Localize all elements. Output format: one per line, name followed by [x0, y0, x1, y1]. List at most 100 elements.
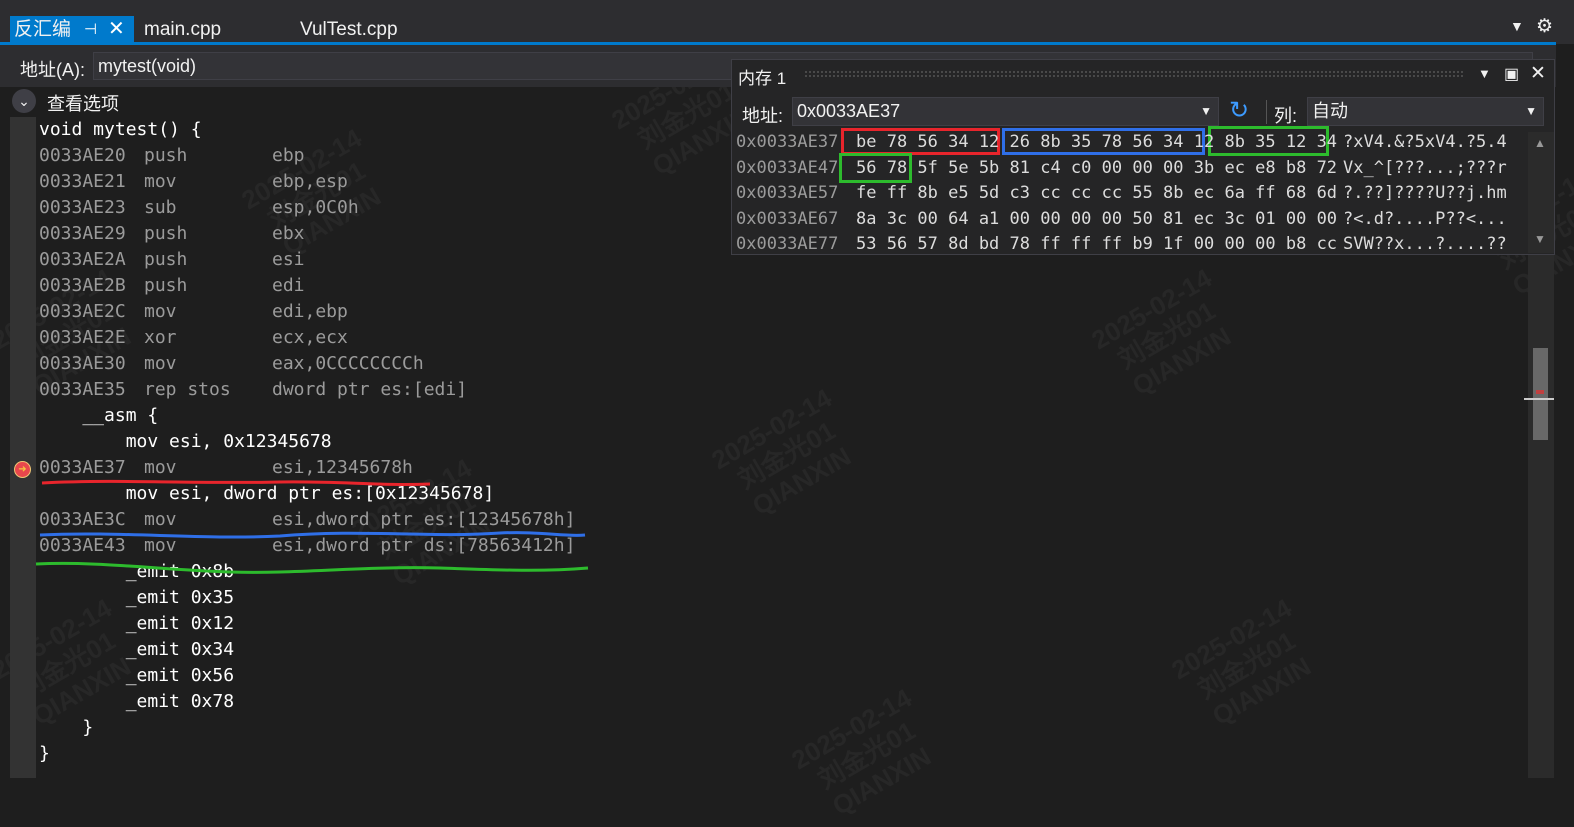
disassembly-line: 0033AE2A push esi: [39, 247, 599, 273]
close-icon[interactable]: ✕: [108, 16, 125, 43]
watermark-org: QIANXIN: [736, 435, 866, 527]
disassembly-line: 0033AE2E xor ecx,ecx: [39, 325, 599, 351]
memory-row-ascii: ?xV4.&?5xV4.?5.4: [1343, 132, 1507, 152]
instruction-mnemonic: mov: [144, 457, 177, 478]
instruction-address: 0033AE30: [39, 353, 126, 374]
scroll-breakpoint-marker: [1536, 390, 1544, 394]
memory-row[interactable]: 0x0033AE77 53 56 57 8d bd 78 ff ff ff b9 …: [736, 231, 1526, 257]
memory-address-value: 0x0033AE37: [797, 101, 901, 121]
watermark-org: QIANXIN: [816, 735, 946, 827]
instruction-operands: ecx,ecx: [272, 327, 348, 348]
source-line: _emit 0x78: [39, 691, 235, 712]
refresh-icon[interactable]: ↻: [1229, 96, 1249, 125]
chevron-down-icon[interactable]: ▼: [1525, 98, 1537, 125]
watermark-date: 2025-02-14: [706, 383, 836, 475]
disassembly-line: 0033AE20 push ebp: [39, 143, 599, 169]
breakpoint-icon[interactable]: ➜: [14, 461, 31, 478]
instruction-operands: esp,0C0h: [272, 197, 359, 218]
instruction-mnemonic: push: [144, 145, 188, 166]
instruction-operands: ebx: [272, 223, 305, 244]
close-icon[interactable]: ✕: [1530, 62, 1546, 85]
instruction-operands: esi: [272, 249, 305, 270]
memory-row-ascii: Vx_^[???...;???r: [1343, 157, 1507, 178]
source-line: _emit 0x12: [39, 613, 235, 634]
watermark-name: 刘金光01: [1101, 289, 1231, 381]
disassembly-line: 0033AE2B push edi: [39, 273, 599, 299]
columns-label: 列:: [1274, 106, 1298, 126]
chevron-down-icon: ⌄: [18, 93, 30, 109]
source-line: mov esi, dword ptr es:[0x12345678]: [39, 483, 495, 504]
scroll-position-marker: [1524, 398, 1554, 400]
instruction-address: 0033AE43: [39, 535, 126, 556]
disassembly-line: 0033AE3C mov esi,dword ptr es:[12345678h]: [39, 507, 599, 533]
memory-row[interactable]: 0x0033AE67 8a 3c 00 64 a1 00 00 00 00 50 …: [736, 206, 1526, 232]
source-line: _emit 0x35: [39, 587, 235, 608]
disassembly-line: 0033AE37 mov esi,12345678h: [39, 455, 599, 481]
editor-scroll-thumb[interactable]: [1533, 348, 1548, 440]
memory-row-bytes: 8a 3c 00 64 a1 00 00 00 00 50 81 ec 3c 0…: [856, 208, 1338, 229]
memory-row-ascii: ?<.d?....P??<...: [1343, 208, 1507, 229]
columns-select[interactable]: 自动 ▼: [1307, 97, 1544, 126]
memory-row[interactable]: 0x0033AE57 fe ff 8b e5 5d c3 cc cc cc 55 …: [736, 180, 1526, 206]
scroll-up-icon[interactable]: ▲: [1534, 136, 1546, 150]
instruction-operands: esi,dword ptr es:[12345678h]: [272, 509, 576, 530]
disassembly-line: 0033AE30 mov eax,0CCCCCCCCh: [39, 351, 599, 377]
instruction-operands: dword ptr es:[edi]: [272, 379, 468, 400]
source-line: _emit 0x34: [39, 639, 235, 660]
editor-gutter[interactable]: [10, 117, 36, 778]
source-line: }: [39, 743, 50, 764]
instruction-mnemonic: push: [144, 249, 188, 270]
tab-disassembly[interactable]: 反汇编 ⊣ ✕: [10, 16, 134, 43]
instruction-mnemonic: rep stos: [144, 379, 231, 400]
watermark: 2025-02-14刘金光01QIANXIN: [1086, 263, 1246, 407]
memory-row-bytes: 53 56 57 8d bd 78 ff ff ff b9 1f 00 00 0…: [856, 234, 1338, 254]
gear-icon[interactable]: ⚙: [1536, 15, 1553, 38]
tab-vultest-cpp[interactable]: VulTest.cpp: [300, 16, 398, 43]
instruction-address: 0033AE2E: [39, 327, 126, 348]
window-menu-dropdown-icon[interactable]: ▼: [1478, 66, 1491, 81]
watermark-date: 2025-02-14: [786, 683, 916, 775]
memory-row-address: 0x0033AE57: [736, 183, 839, 203]
instruction-mnemonic: mov: [144, 353, 177, 374]
watermark-date: 2025-02-14: [1166, 593, 1296, 685]
memory-row-bytes: fe ff 8b e5 5d c3 cc cc cc 55 8b ec 6a f…: [856, 183, 1338, 203]
tab-list-dropdown-icon[interactable]: ▼: [1510, 18, 1524, 34]
instruction-operands: edi: [272, 275, 305, 296]
watermark: 2025-02-14刘金光01QIANXIN: [786, 683, 946, 827]
memory-row-ascii: ?.??]????U??j.hm: [1343, 183, 1507, 203]
instruction-operands: esi,dword ptr ds:[78563412h]: [272, 535, 576, 556]
instruction-address: 0033AE35: [39, 379, 126, 400]
instruction-address: 0033AE37: [39, 457, 126, 478]
pin-icon[interactable]: ⊣: [84, 16, 97, 43]
chevron-down-icon[interactable]: ▼: [1200, 98, 1212, 125]
instruction-mnemonic: mov: [144, 509, 177, 530]
view-options-expand-button[interactable]: ⌄: [12, 89, 36, 113]
instruction-operands: eax,0CCCCCCCCh: [272, 353, 424, 374]
memory-row[interactable]: 0x0033AE47 56 78 5f 5e 5b 81 c4 c0 00 00 …: [736, 155, 1526, 181]
disassembly-line: 0033AE21 mov ebp,esp: [39, 169, 599, 195]
toolbar-divider: [1266, 100, 1267, 124]
columns-value: 自动: [1312, 101, 1348, 121]
instruction-mnemonic: mov: [144, 171, 177, 192]
source-line: _emit 0x56: [39, 665, 235, 686]
instruction-mnemonic: mov: [144, 535, 177, 556]
watermark: 2025-02-14刘金光01QIANXIN: [706, 383, 866, 527]
window-drag-grip[interactable]: [804, 70, 1464, 78]
source-line: __asm {: [39, 405, 159, 426]
memory-vertical-scrollbar[interactable]: ▲ ▼: [1528, 132, 1554, 253]
memory-row-address: 0x0033AE37: [736, 132, 839, 152]
disassembly-line: 0033AE29 push ebx: [39, 221, 599, 247]
watermark-date: 2025-02-14: [1086, 263, 1216, 355]
tab-main-cpp[interactable]: main.cpp: [144, 16, 221, 43]
memory-address-label: 地址:: [742, 106, 784, 126]
view-options-label: 查看选项: [47, 94, 119, 114]
memory-row[interactable]: 0x0033AE37 be 78 56 34 12 26 8b 35 78 56 …: [736, 129, 1526, 155]
memory-address-input[interactable]: 0x0033AE37 ▼: [792, 97, 1219, 126]
maximize-icon[interactable]: ▣: [1504, 64, 1519, 84]
watermark-name: 刘金光01: [721, 409, 851, 501]
instruction-mnemonic: push: [144, 275, 188, 296]
instruction-mnemonic: sub: [144, 197, 177, 218]
instruction-operands: edi,ebp: [272, 301, 348, 322]
scroll-down-icon[interactable]: ▼: [1534, 232, 1546, 246]
instruction-mnemonic: mov: [144, 301, 177, 322]
